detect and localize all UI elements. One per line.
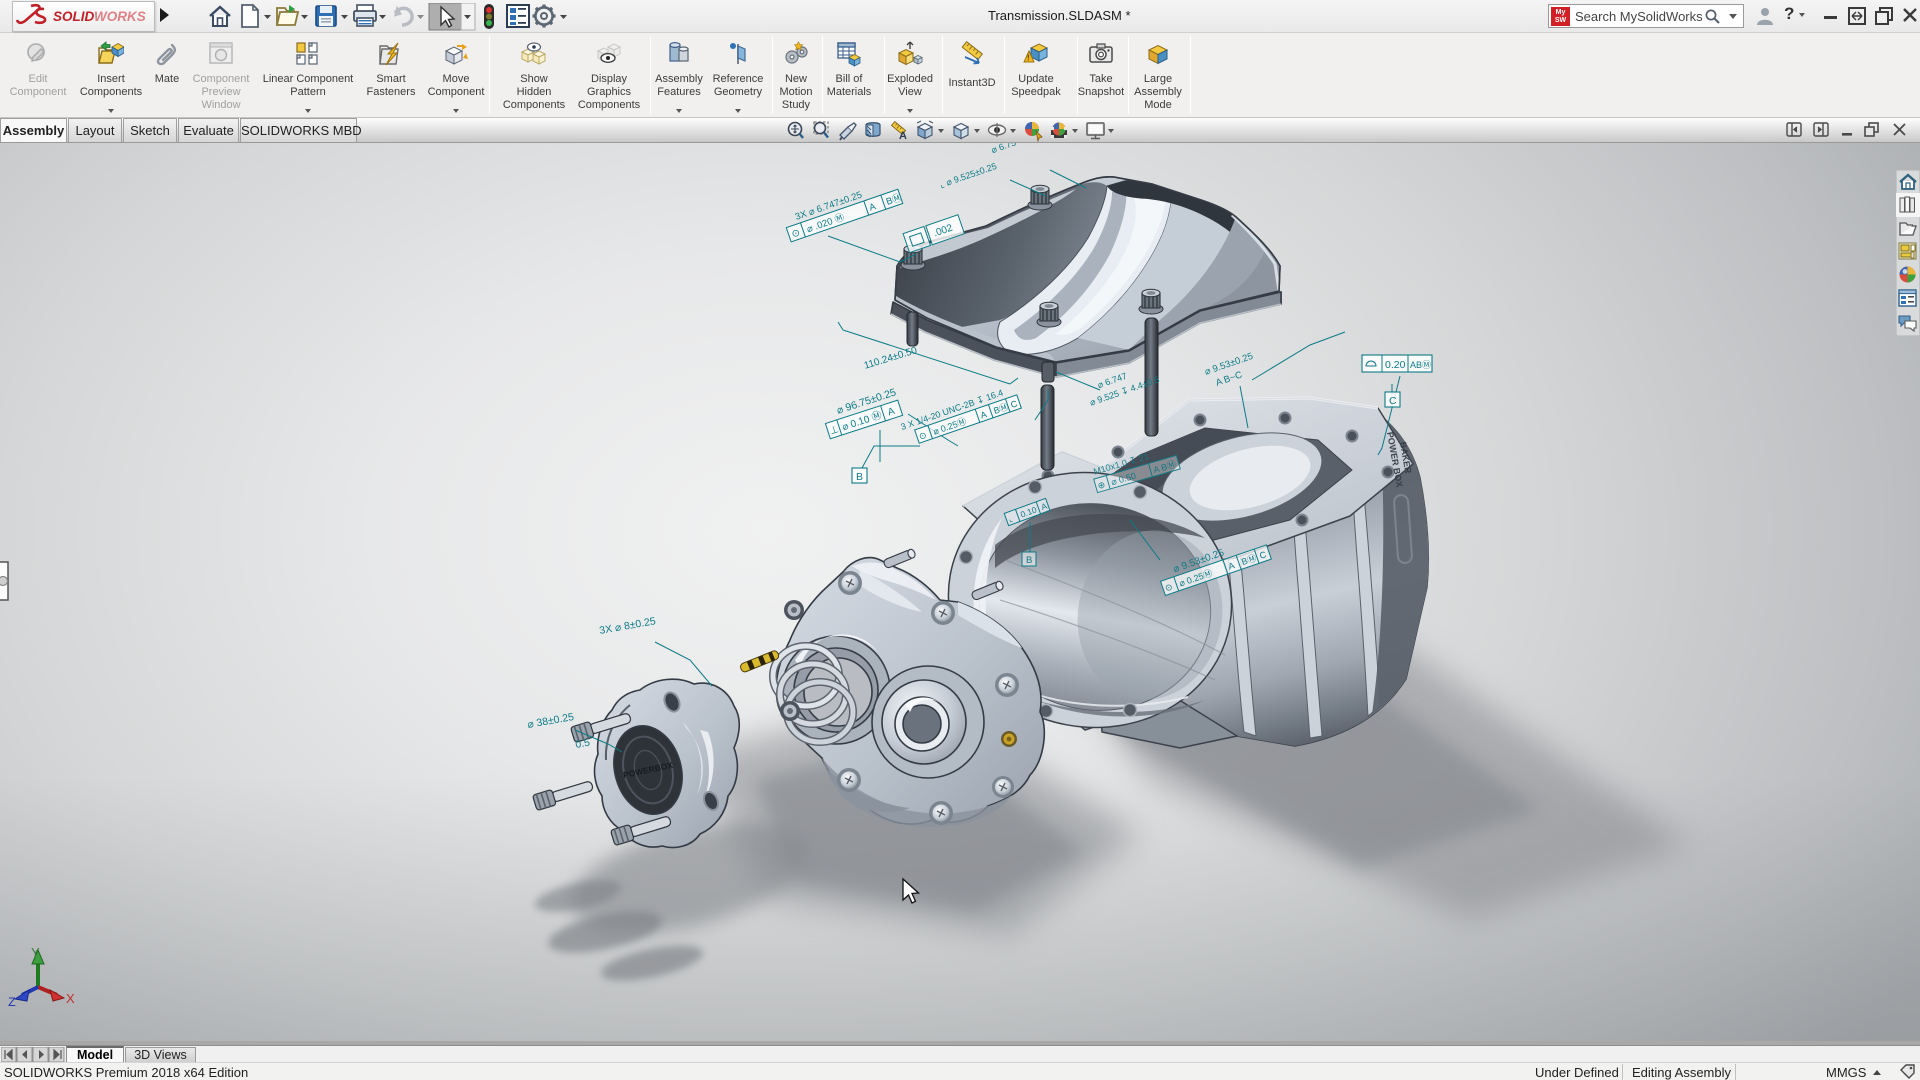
svg-text:3X ⌀ 8±0.25: 3X ⌀ 8±0.25 [598,615,656,637]
svg-text:WORKS: WORKS [94,9,146,24]
svg-text:!: ! [1027,54,1030,63]
svg-text:Y: Y [31,945,40,960]
svg-text:C: C [1389,395,1397,407]
svg-text:B: B [1026,555,1032,566]
svg-text:SOLID: SOLID [53,9,95,24]
svg-text:ABⓂ: ABⓂ [1410,360,1431,370]
svg-text:0.5: 0.5 [574,737,591,751]
svg-text:X: X [66,991,75,1006]
svg-text:⌞ ⌀ 9.525±0.25: ⌞ ⌀ 9.525±0.25 [938,161,998,190]
svg-text:A: A [899,130,907,142]
svg-text:B: B [856,471,863,483]
svg-text:⌀ 38±0.25: ⌀ 38±0.25 [526,711,575,731]
svg-text:110.24±0.50: 110.24±0.50 [863,345,919,372]
svg-text:Z: Z [8,995,16,1010]
svg-text:0.20: 0.20 [1385,359,1406,371]
